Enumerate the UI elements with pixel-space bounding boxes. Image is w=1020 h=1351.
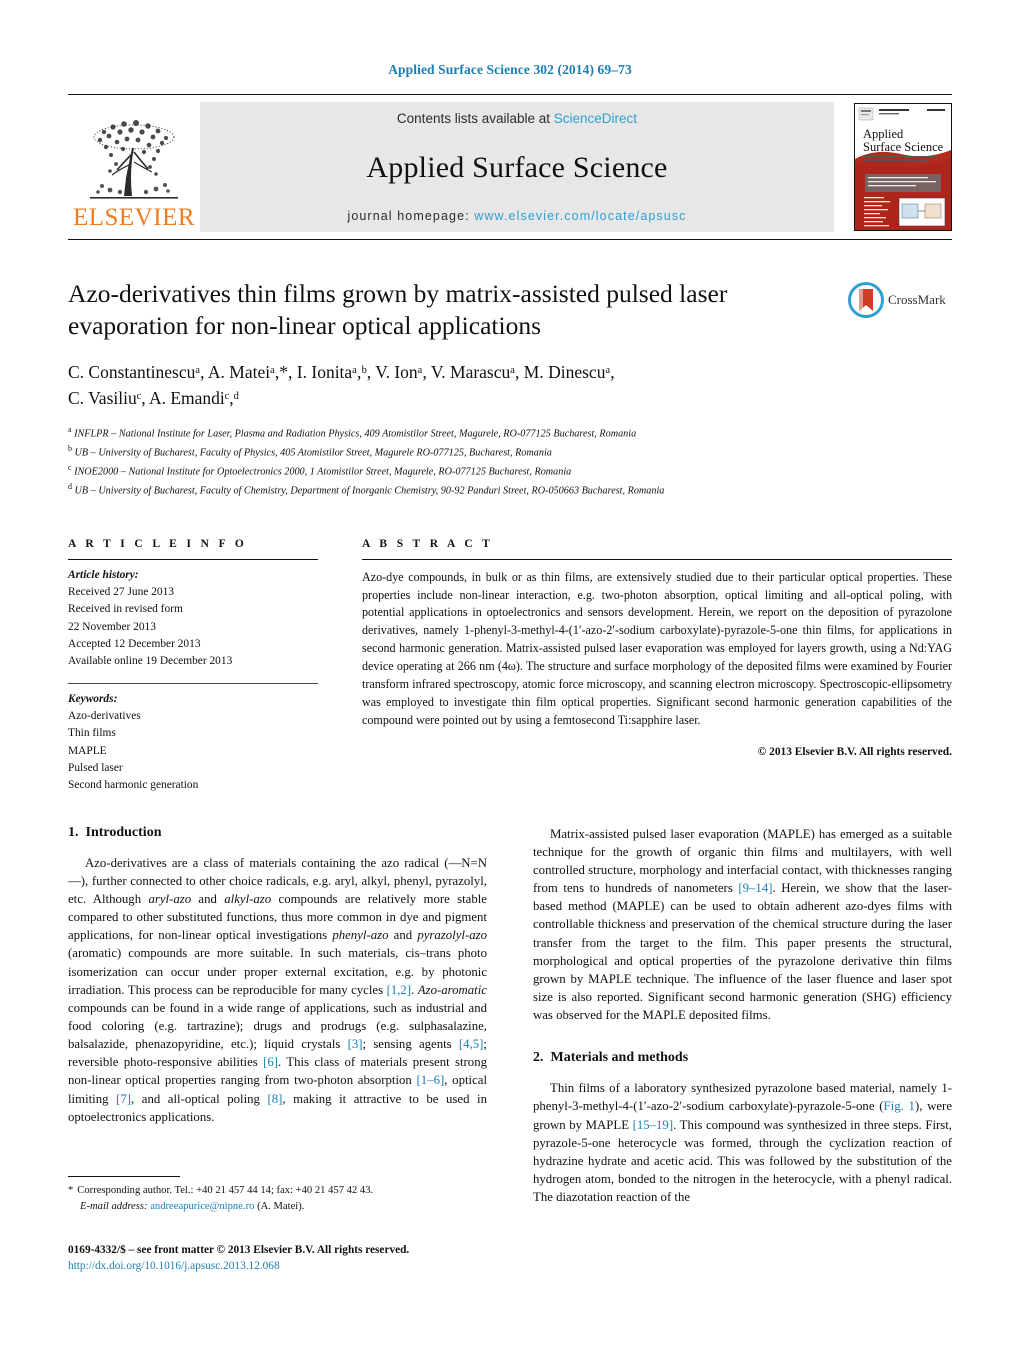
history-item: Available online 19 December 2013 — [68, 655, 233, 668]
email-note: E-mail address: andreeapurice@nipne.ro (… — [68, 1199, 473, 1215]
journal-masthead: ELSEVIER Contents lists available at Sci… — [68, 94, 952, 240]
keyword-item: Thin films — [68, 727, 116, 740]
abstract-text: Azo-dye compounds, in bulk or as thin fi… — [362, 569, 952, 727]
title-block: Azo-derivatives thin films grown by matr… — [68, 278, 952, 342]
affiliation-text: INFLPR – National Institute for Laser, P… — [74, 428, 637, 440]
doi-link[interactable]: http://dx.doi.org/10.1016/j.apsusc.2013.… — [68, 1258, 498, 1274]
citation-link[interactable]: [9–14] — [738, 881, 772, 895]
article-info-heading: A R T I C L E I N F O — [68, 537, 248, 550]
section-heading-introduction: 1. Introduction — [68, 825, 487, 841]
copyright-line: © 2013 Elsevier B.V. All rights reserved… — [757, 745, 952, 758]
footnote-block: * Corresponding author. Tel.: +40 21 457 … — [68, 1176, 473, 1215]
abstract-column: A B S T R A C T Azo-dye compounds, in bu… — [362, 538, 952, 795]
affiliation-list: a INFLPR – National Institute for Laser,… — [68, 424, 952, 500]
corresponding-author-note: * Corresponding author. Tel.: +40 21 457 … — [68, 1183, 473, 1199]
author-list: C. Constantinescuᵃ, A. Mateiᵃ,*, I. Ioni… — [68, 360, 828, 411]
citation-link[interactable]: [4,5] — [459, 1037, 484, 1051]
keyword-item: Second harmonic generation — [68, 779, 199, 792]
keyword-item: Azo-derivatives — [68, 709, 141, 722]
affiliation-item: d UB – University of Bucharest, Faculty … — [68, 481, 952, 500]
homepage-url-link[interactable]: www.elsevier.com/locate/apsusc — [474, 209, 686, 223]
crossmark-icon — [848, 282, 884, 318]
citation-link[interactable]: [15–19] — [633, 1118, 674, 1132]
affiliation-item: a INFLPR – National Institute for Laser,… — [68, 424, 952, 443]
contents-prefix: Contents lists available at — [396, 111, 551, 126]
info-abstract-region: A R T I C L E I N F O Article history: R… — [68, 538, 952, 795]
author-line-1: C. Constantinescuᵃ, A. Mateiᵃ,*, I. Ioni… — [68, 362, 615, 383]
body-columns: 1. Introduction Azo-derivatives are a cla… — [68, 825, 952, 1215]
intro-paragraph-1: Azo-derivatives are a class of materials… — [68, 855, 487, 1124]
journal-title: Applied Surface Science — [366, 150, 668, 184]
citation-link[interactable]: [1,2] — [387, 983, 412, 997]
email-owner: (A. Matei). — [257, 1200, 305, 1212]
elsevier-wordmark: ELSEVIER — [72, 204, 196, 231]
svg-text:Applied: Applied — [863, 127, 904, 141]
citation-link[interactable]: [8] — [267, 1092, 282, 1106]
affiliation-marker: b — [68, 443, 72, 453]
journal-cover-container: Applied Surface Science — [834, 102, 952, 232]
history-item: 22 November 2013 — [68, 620, 156, 633]
corresponding-author-text: Corresponding author. Tel.: +40 21 457 4… — [77, 1185, 374, 1196]
section-title: Introduction — [85, 824, 162, 840]
journal-cover-thumbnail: Applied Surface Science — [854, 103, 952, 231]
materials-paragraph-1: Thin films of a laboratory synthesized p… — [533, 1081, 953, 1205]
affiliation-text: UB – University of Bucharest, Faculty of… — [74, 485, 665, 497]
contents-available-line: Contents lists available at ScienceDirec… — [397, 111, 637, 126]
email-link[interactable]: andreeapurice@nipne.ro — [150, 1201, 254, 1212]
affiliation-text: UB – University of Bucharest, Faculty of… — [74, 447, 552, 459]
abstract-heading: A B S T R A C T — [362, 537, 494, 550]
issn-copyright-line: 0169-4332/$ – see front matter © 2013 El… — [68, 1244, 410, 1256]
sciencedirect-link[interactable]: ScienceDirect — [554, 111, 637, 126]
section-number: 1. — [68, 824, 79, 840]
intro-paragraph-2: Matrix-assisted pulsed laser evaporation… — [533, 826, 952, 1023]
footnote-marker: * — [68, 1185, 74, 1196]
journal-cover-art: Applied Surface Science — [855, 104, 951, 230]
journal-homepage-line: journal homepage: www.elsevier.com/locat… — [347, 209, 686, 223]
section-title: Materials and methods — [550, 1050, 689, 1066]
page-title: Azo-derivatives thin films grown by matr… — [68, 279, 728, 341]
article-history-label: Article history: — [68, 568, 139, 581]
citation-link[interactable]: Fig. 1 — [884, 1099, 915, 1113]
author-line-2: C. Vasiliuᶜ, A. Emandiᶜ,ᵈ — [68, 387, 240, 408]
crossmark-badge[interactable]: CrossMark — [848, 282, 952, 318]
keyword-item: Pulsed laser — [68, 761, 123, 774]
keyword-item: MAPLE — [68, 744, 107, 757]
article-page: Applied Surface Science 302 (2014) 69–73 — [0, 0, 1020, 1351]
history-item: Accepted 12 December 2013 — [68, 637, 201, 650]
affiliation-marker: d — [68, 481, 72, 491]
citation-link[interactable]: [1–6] — [417, 1073, 445, 1087]
elsevier-tree-icon — [90, 120, 178, 199]
section-heading-materials: 2. Materials and methods — [533, 1050, 952, 1066]
crossmark-label: CrossMark — [888, 292, 946, 307]
citation-link[interactable]: [7] — [116, 1092, 131, 1106]
elsevier-logo: ELSEVIER — [68, 102, 200, 232]
affiliation-item: c INOE2000 – National Institute for Opto… — [68, 462, 952, 481]
section-number: 2. — [533, 1050, 544, 1066]
body-column-left: 1. Introduction Azo-derivatives are a cla… — [68, 825, 487, 1215]
article-info-column: A R T I C L E I N F O Article history: R… — [68, 538, 318, 795]
affiliation-item: b UB – University of Bucharest, Faculty … — [68, 443, 952, 462]
footer-block: 0169-4332/$ – see front matter © 2013 El… — [68, 1242, 498, 1275]
citation-link[interactable]: [6] — [263, 1055, 278, 1069]
history-item: Received in revised form — [68, 603, 183, 616]
keywords-block: Keywords: Azo-derivatives Thin films MAP… — [68, 684, 318, 795]
citation-link[interactable]: [3] — [348, 1037, 363, 1051]
keywords-label: Keywords: — [68, 692, 118, 705]
email-label: E-mail address: — [80, 1200, 148, 1212]
history-item: Received 27 June 2013 — [68, 585, 174, 598]
article-history-block: Article history: Received 27 June 2013 R… — [68, 560, 318, 671]
journal-band: Contents lists available at ScienceDirec… — [200, 102, 834, 232]
homepage-label: journal homepage: — [347, 209, 470, 223]
affiliation-marker: c — [68, 462, 72, 472]
svg-text:Surface Science: Surface Science — [863, 140, 944, 154]
running-head: Applied Surface Science 302 (2014) 69–73 — [388, 62, 632, 77]
affiliation-marker: a — [68, 425, 72, 434]
body-column-right: Matrix-assisted pulsed laser evaporation… — [533, 825, 952, 1215]
affiliation-text: INOE2000 – National Institute for Optoel… — [74, 466, 572, 478]
footnote-divider — [68, 1176, 180, 1177]
